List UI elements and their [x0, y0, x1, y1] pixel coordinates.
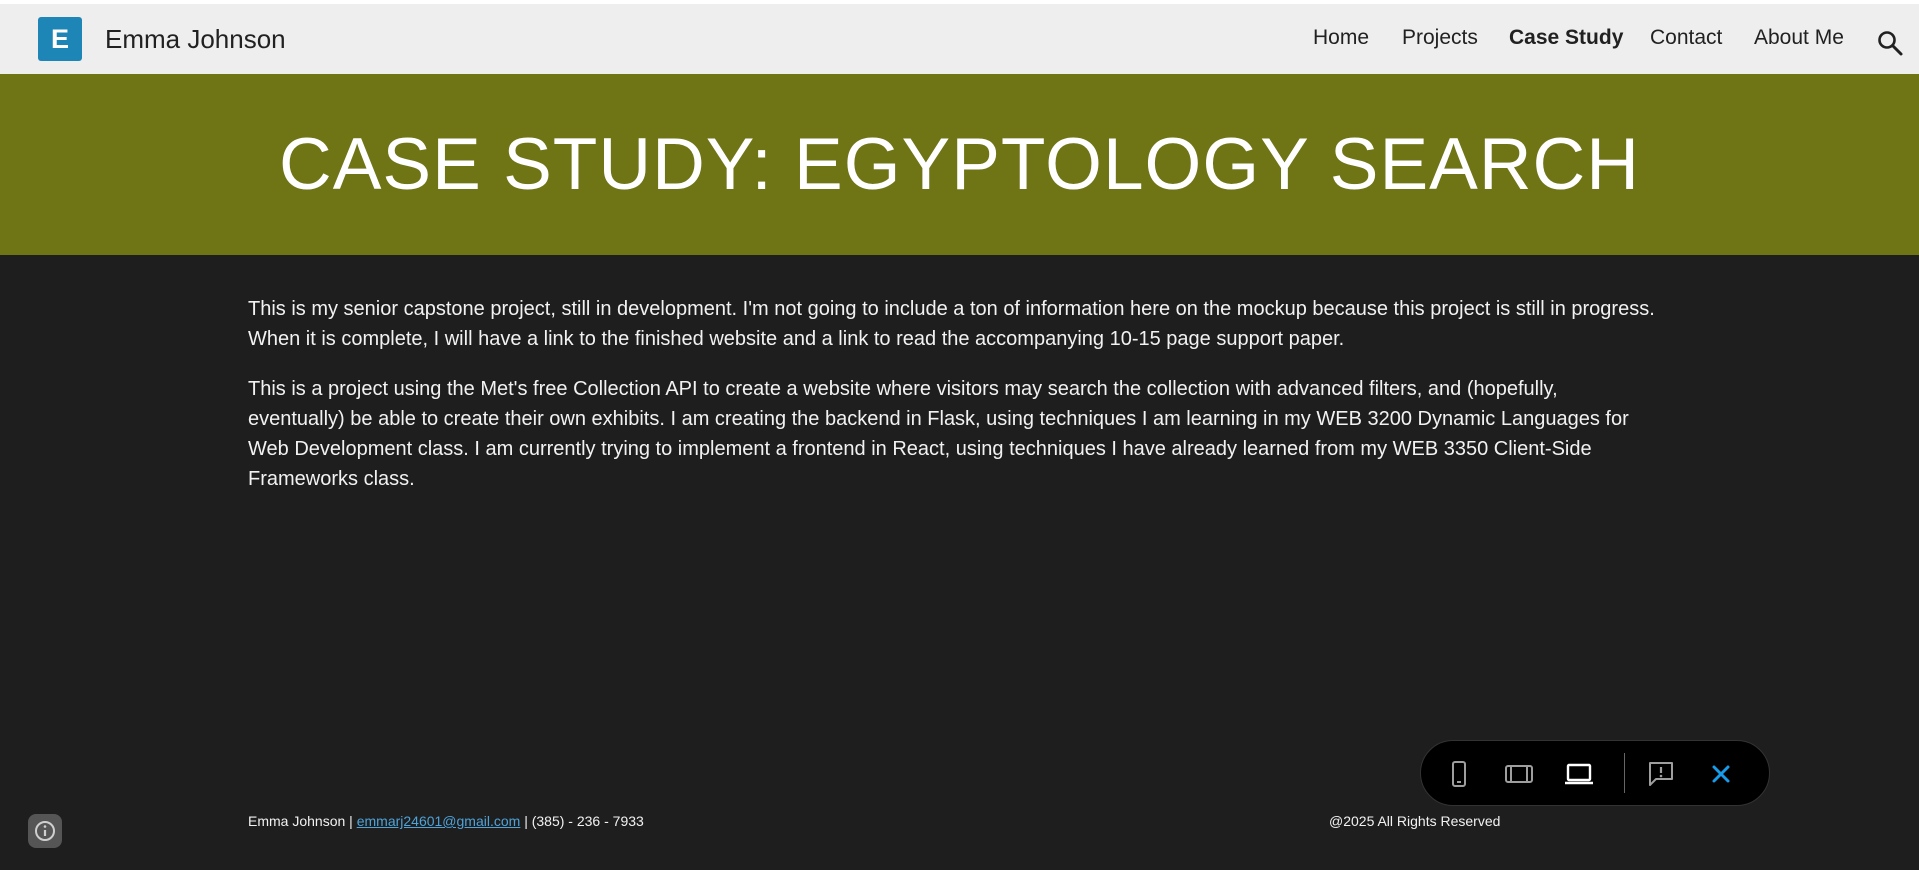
nav-case-study[interactable]: Case Study [1509, 26, 1623, 50]
preview-toolbar [1420, 740, 1770, 806]
tablet-preview-icon[interactable] [1504, 759, 1534, 789]
footer-separator: | [520, 813, 532, 829]
page-title: CASE STUDY: EGYPTOLOGY SEARCH [279, 124, 1640, 205]
phone-preview-icon[interactable] [1444, 759, 1474, 789]
report-icon[interactable] [1646, 759, 1676, 789]
footer-name: Emma Johnson [248, 813, 346, 829]
nav-contact[interactable]: Contact [1650, 26, 1722, 50]
main-content: This is my senior capstone project, stil… [248, 294, 1658, 514]
close-icon[interactable] [1706, 759, 1736, 789]
content-paragraph: This is my senior capstone project, stil… [248, 298, 1655, 350]
nav-about-me[interactable]: About Me [1754, 26, 1844, 50]
info-icon[interactable] [28, 814, 62, 848]
nav-projects[interactable]: Projects [1402, 26, 1478, 50]
hero-banner: CASE STUDY: EGYPTOLOGY SEARCH [0, 74, 1919, 255]
content-paragraph: This is a project using the Met's free C… [248, 378, 1629, 490]
footer-email-link[interactable]: emmarj24601@gmail.com [357, 813, 521, 829]
toolbar-divider [1624, 753, 1625, 793]
laptop-preview-icon[interactable] [1564, 759, 1594, 789]
nav-home[interactable]: Home [1313, 26, 1369, 50]
search-icon[interactable] [1876, 29, 1904, 57]
footer-copyright: @2025 All Rights Reserved [1329, 813, 1501, 829]
footer-contact: Emma Johnson | emmarj24601@gmail.com | (… [248, 813, 644, 829]
site-header: E Emma Johnson Home Projects Case Study … [0, 0, 1919, 74]
footer-separator: | [345, 813, 357, 829]
main-nav: Home Projects Case Study Contact About M… [0, 26, 1919, 60]
footer-phone: (385) - 236 - 7933 [531, 813, 644, 829]
